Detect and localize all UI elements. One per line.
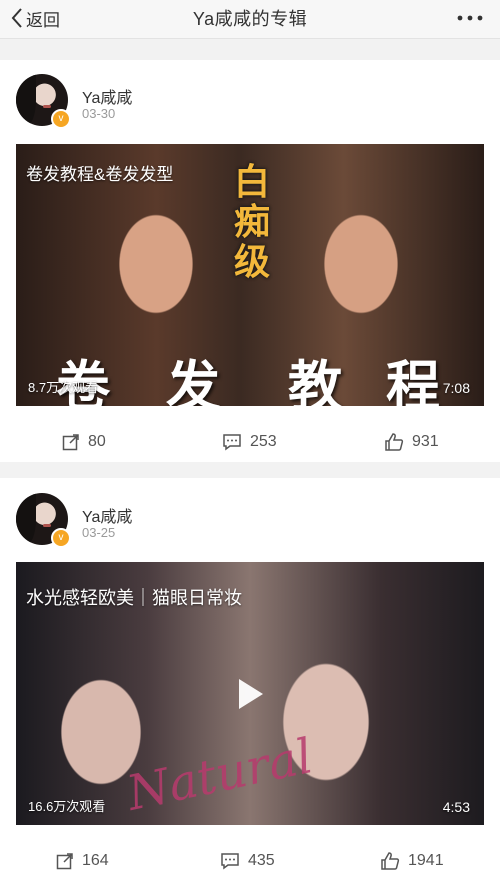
- comment-count: 435: [248, 852, 275, 869]
- like-button[interactable]: 931: [384, 422, 439, 462]
- like-count: 931: [412, 433, 439, 450]
- view-count: 8.7万次观看: [28, 380, 99, 395]
- overlay-char: 卷: [56, 354, 110, 406]
- like-button[interactable]: 1941: [380, 841, 444, 881]
- comment-count: 253: [250, 433, 277, 450]
- video-thumbnail[interactable]: 水光感轻欧美｜猫眼日常妆 Natural 16.6万次观看 4:53: [16, 562, 484, 825]
- comment-button[interactable]: 253: [222, 422, 277, 462]
- script-text: Natural: [122, 728, 318, 822]
- overlay-char: 发: [166, 354, 220, 406]
- like-count: 1941: [408, 852, 444, 869]
- comment-icon: [222, 433, 242, 451]
- overlay-char: 程: [386, 354, 440, 406]
- video-thumbnail[interactable]: 卷发教程&卷发发型 白痴级 卷 发 教 程 8.7万次观看 7:08: [16, 144, 484, 406]
- verified-badge-icon: v: [51, 528, 71, 548]
- top-nav-bar: 返回 Ya咸咸的专辑: [0, 0, 500, 39]
- page-title: Ya咸咸的专辑: [192, 9, 308, 29]
- username[interactable]: Ya咸咸: [82, 503, 132, 527]
- comment-icon: [220, 852, 240, 870]
- video-title: 卷发教程&卷发发型: [26, 165, 174, 184]
- view-count: 16.6万次观看: [28, 799, 106, 814]
- video-duration: 7:08: [442, 380, 470, 396]
- thumbs-up-icon: [380, 851, 400, 871]
- username[interactable]: Ya咸咸: [82, 84, 132, 108]
- post-date: 03-30: [82, 106, 116, 121]
- repost-count: 80: [88, 433, 106, 450]
- comment-button[interactable]: 435: [220, 841, 275, 881]
- post-date: 03-25: [82, 525, 116, 540]
- verified-badge-icon: v: [51, 109, 71, 129]
- stamp-text: 白痴级: [233, 161, 270, 283]
- more-dots-icon[interactable]: [454, 8, 486, 28]
- action-bar: 164 435 1941: [0, 841, 500, 881]
- repost-icon: [56, 852, 74, 870]
- repost-count: 164: [82, 852, 109, 869]
- video-duration: 4:53: [442, 799, 470, 815]
- play-icon[interactable]: [229, 674, 269, 714]
- overlay-char: 教: [288, 354, 342, 406]
- repost-button[interactable]: 164: [56, 841, 109, 881]
- action-bar: 80 253 931: [0, 422, 500, 462]
- thumbs-up-icon: [384, 432, 404, 452]
- repost-icon: [62, 433, 80, 451]
- video-title: 水光感轻欧美｜猫眼日常妆: [26, 588, 242, 608]
- repost-button[interactable]: 80: [62, 422, 106, 462]
